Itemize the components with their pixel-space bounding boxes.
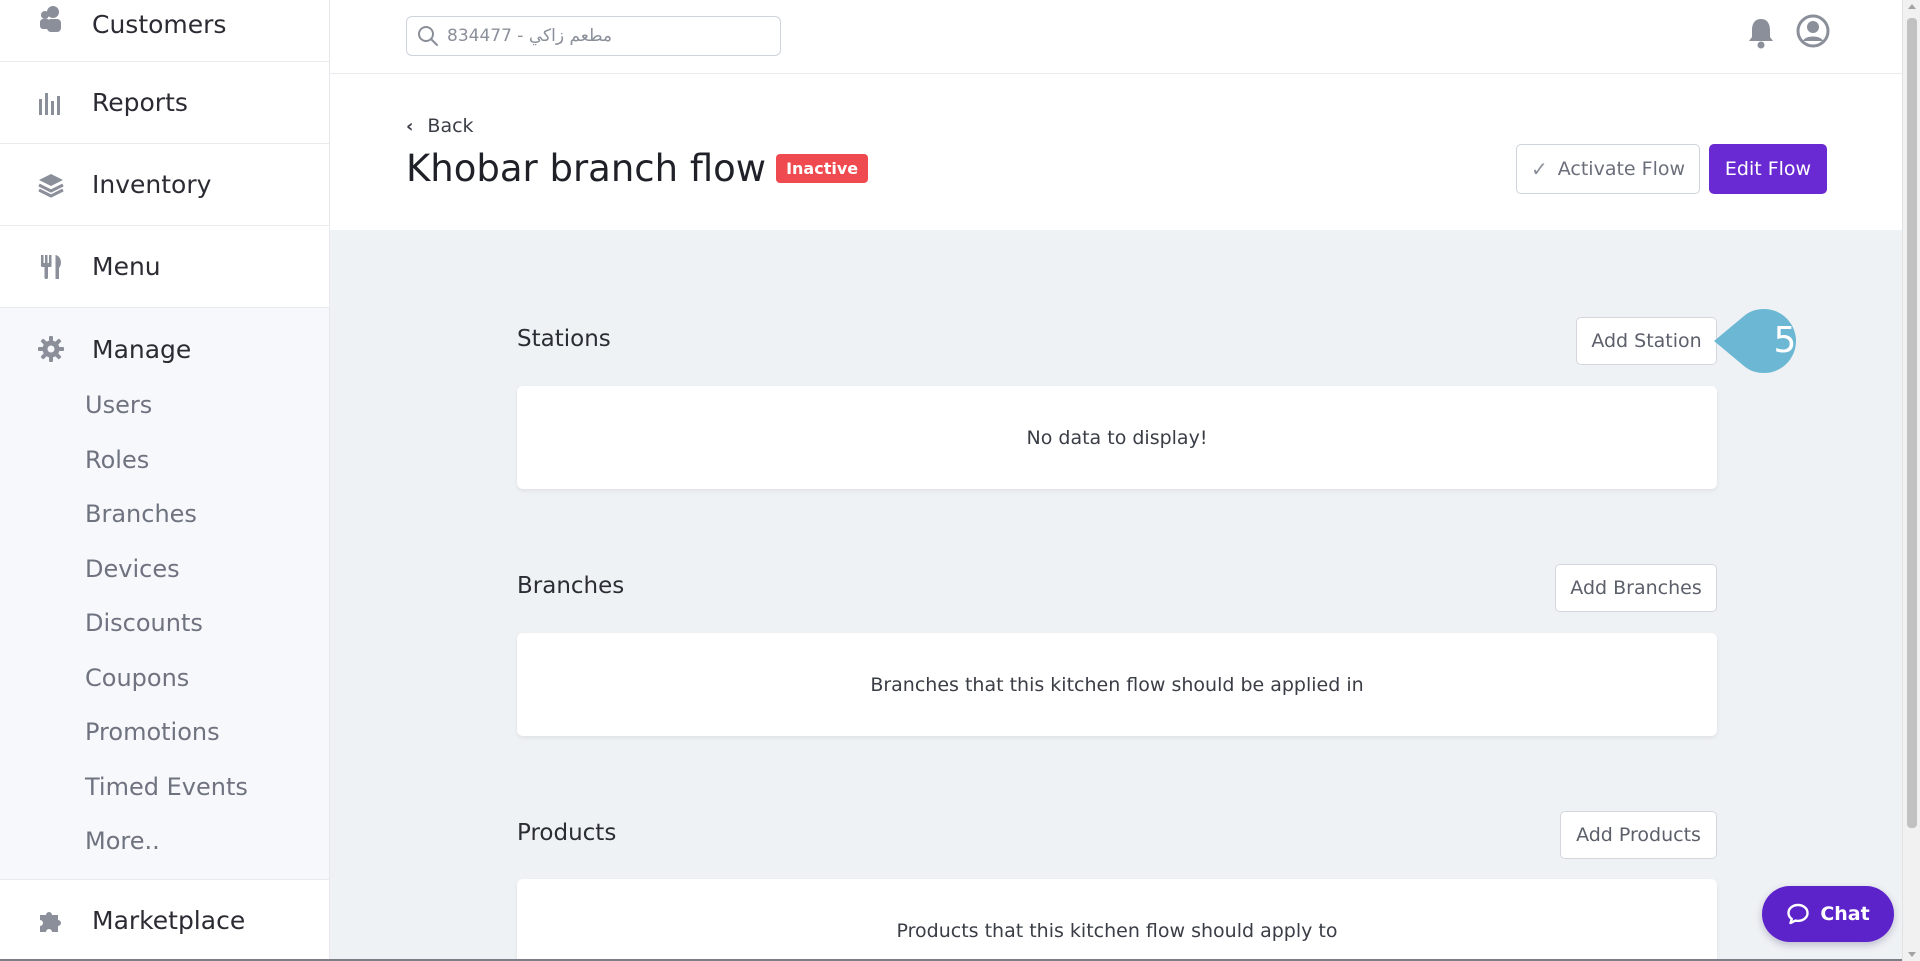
check-icon: ✓ — [1530, 157, 1548, 181]
sidebar-item-marketplace[interactable]: Marketplace — [0, 880, 329, 961]
sidebar-item-inventory[interactable]: Inventory — [0, 144, 329, 226]
sidebar-subitem-discounts[interactable]: Discounts — [0, 596, 329, 651]
inventory-icon — [36, 170, 66, 200]
main-content: Stations Add Station No data to display!… — [330, 230, 1902, 961]
scrollbar-thumb[interactable] — [1907, 18, 1917, 828]
activate-flow-label: Activate Flow — [1557, 158, 1686, 180]
sidebar-item-label: Manage — [92, 334, 192, 364]
search-icon — [418, 26, 438, 46]
title-row: Khobar branch flow Inactive — [406, 147, 869, 190]
gear-icon — [36, 334, 66, 364]
scrollbar[interactable] — [1902, 0, 1920, 961]
bell-icon[interactable] — [1745, 16, 1777, 50]
status-badge: Inactive — [776, 154, 869, 183]
products-title: Products — [517, 820, 617, 846]
manage-submenu: Users Roles Branches Devices Discounts C… — [0, 378, 329, 869]
chevron-left-icon: ‹ — [406, 115, 414, 137]
add-station-button[interactable]: Add Station — [1576, 317, 1717, 365]
branches-title: Branches — [517, 573, 625, 599]
sidebar: Customers Reports Inventory Menu Manage … — [0, 0, 330, 961]
branches-card: Branches that this kitchen flow should b… — [517, 633, 1717, 736]
sidebar-item-label: Customers — [92, 10, 227, 39]
sidebar-item-menu[interactable]: Menu — [0, 226, 329, 308]
sidebar-subitem-users[interactable]: Users — [0, 378, 329, 433]
sidebar-subitem-devices[interactable]: Devices — [0, 542, 329, 597]
step-marker-number: 5 — [1773, 319, 1797, 361]
reports-icon — [36, 88, 66, 118]
search-input[interactable] — [447, 26, 747, 46]
sidebar-subitem-timed-events[interactable]: Timed Events — [0, 760, 329, 815]
add-products-button[interactable]: Add Products — [1560, 811, 1717, 859]
page-title: Khobar branch flow — [406, 147, 767, 190]
sidebar-item-label: Menu — [92, 252, 161, 281]
sidebar-subitem-branches[interactable]: Branches — [0, 487, 329, 542]
sidebar-item-label: Inventory — [92, 170, 212, 199]
scroll-up-arrow-icon[interactable] — [1908, 4, 1916, 9]
stations-card: No data to display! — [517, 386, 1717, 489]
top-bar — [330, 0, 1902, 74]
activate-flow-button[interactable]: ✓ Activate Flow — [1516, 144, 1700, 194]
stations-title: Stations — [517, 326, 611, 352]
avatar[interactable] — [1796, 14, 1830, 48]
sidebar-subitem-promotions[interactable]: Promotions — [0, 705, 329, 760]
search-box[interactable] — [406, 16, 781, 56]
sidebar-subitem-coupons[interactable]: Coupons — [0, 651, 329, 706]
sidebar-item-reports[interactable]: Reports — [0, 62, 329, 144]
edit-flow-button[interactable]: Edit Flow — [1709, 144, 1827, 194]
chat-bubble-icon — [1787, 903, 1810, 925]
puzzle-icon — [36, 905, 66, 935]
customers-icon — [36, 4, 66, 34]
sidebar-item-customers[interactable]: Customers — [0, 0, 329, 62]
back-link[interactable]: ‹ Back — [406, 115, 474, 137]
chat-button[interactable]: Chat — [1762, 886, 1894, 942]
sidebar-item-label: Marketplace — [92, 905, 246, 935]
add-branches-button[interactable]: Add Branches — [1555, 564, 1717, 612]
sidebar-subitem-roles[interactable]: Roles — [0, 433, 329, 488]
products-card: Products that this kitchen flow should a… — [517, 879, 1717, 961]
sidebar-item-label: Reports — [92, 88, 188, 117]
menu-icon — [36, 252, 66, 282]
scroll-down-arrow-icon[interactable] — [1908, 952, 1916, 957]
sidebar-subitem-more[interactable]: More.. — [0, 814, 329, 869]
sidebar-manage-section: Manage Users Roles Branches Devices Disc… — [0, 308, 329, 880]
chat-label: Chat — [1820, 903, 1870, 925]
page-header: ‹ Back Khobar branch flow Inactive ✓ Act… — [330, 75, 1902, 230]
back-label: Back — [427, 115, 474, 137]
